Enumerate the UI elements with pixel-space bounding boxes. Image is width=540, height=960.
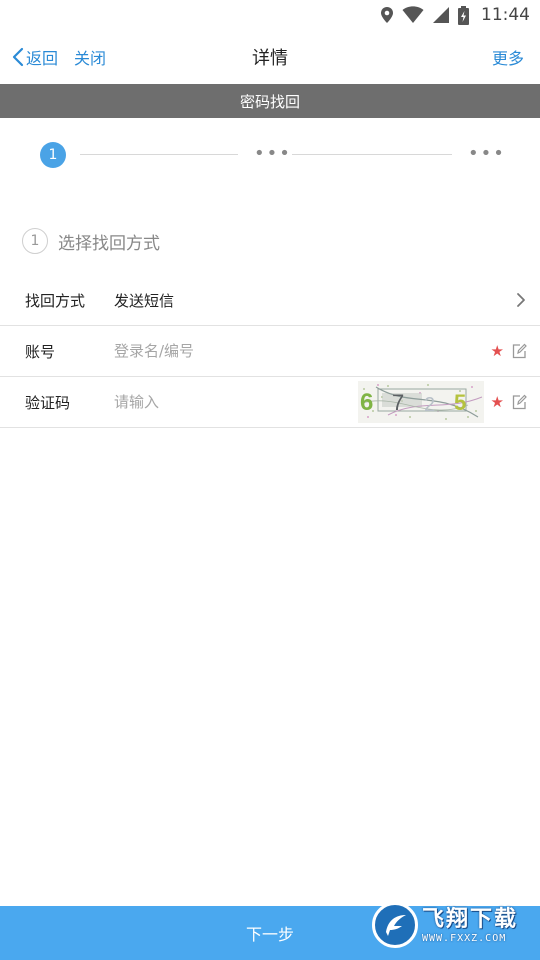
watermark-cn: 飞翔下载 [422, 906, 519, 932]
location-icon [381, 7, 393, 23]
captcha-input[interactable] [114, 393, 314, 411]
nav-left-group: 返回 关闭 [12, 30, 106, 84]
signal-icon [433, 7, 449, 23]
required-star-icon: ★ [490, 393, 504, 411]
chevron-right-icon [517, 293, 525, 307]
watermark-text: 飞翔下载 WWW.FXXZ.COM [422, 907, 518, 944]
step-heading: 1 选择找回方式 [22, 228, 160, 254]
status-time: 11:44 [481, 5, 530, 25]
captcha-char: 2 [424, 394, 435, 416]
captcha-char: 7 [392, 390, 404, 415]
captcha-label: 验证码 [25, 393, 71, 412]
more-button[interactable]: 更多 [492, 45, 524, 69]
step-indicator-pending: ••• [468, 143, 506, 164]
stepper: 1 ••• ••• [0, 118, 540, 190]
method-row[interactable]: 找回方式 发送短信 [0, 275, 540, 326]
status-bar: 11:44 [0, 0, 540, 30]
nav-bar: 返回 关闭 详情 更多 [0, 30, 540, 84]
required-star-icon: ★ [490, 342, 504, 360]
close-button[interactable]: 关闭 [74, 45, 106, 69]
step-heading-number: 1 [22, 228, 48, 254]
captcha-char: 6 [360, 389, 373, 416]
captcha-char: 5 [454, 390, 466, 415]
back-button[interactable]: 返回 [12, 45, 58, 69]
battery-icon [458, 5, 469, 25]
method-value: 发送短信 [114, 291, 175, 310]
edit-icon[interactable] [512, 394, 527, 410]
method-label: 找回方式 [25, 291, 86, 310]
step-heading-text: 选择找回方式 [58, 233, 160, 254]
section-title: 密码找回 [239, 92, 300, 111]
step-indicator-active: 1 [40, 142, 66, 168]
step-connector [292, 154, 452, 155]
account-label: 账号 [25, 342, 56, 361]
captcha-image[interactable]: 6 7 2 5 [358, 381, 484, 423]
watermark: 飞翔下载 WWW.FXXZ.COM [372, 900, 532, 950]
account-row: 账号 ★ [0, 326, 540, 377]
watermark-en: WWW.FXXZ.COM [422, 932, 507, 944]
edit-icon[interactable] [512, 343, 527, 359]
next-step-label: 下一步 [245, 925, 294, 944]
captcha-row: 验证码 6 7 2 5 ★ [0, 377, 540, 428]
wifi-icon [402, 6, 424, 23]
step-indicator-pending: ••• [254, 143, 292, 164]
account-input[interactable] [114, 342, 334, 360]
back-label: 返回 [26, 49, 59, 68]
chevron-left-icon [12, 47, 24, 67]
step-connector [80, 154, 238, 155]
section-title-bar: 密码找回 [0, 84, 540, 118]
watermark-logo-icon [372, 902, 418, 948]
